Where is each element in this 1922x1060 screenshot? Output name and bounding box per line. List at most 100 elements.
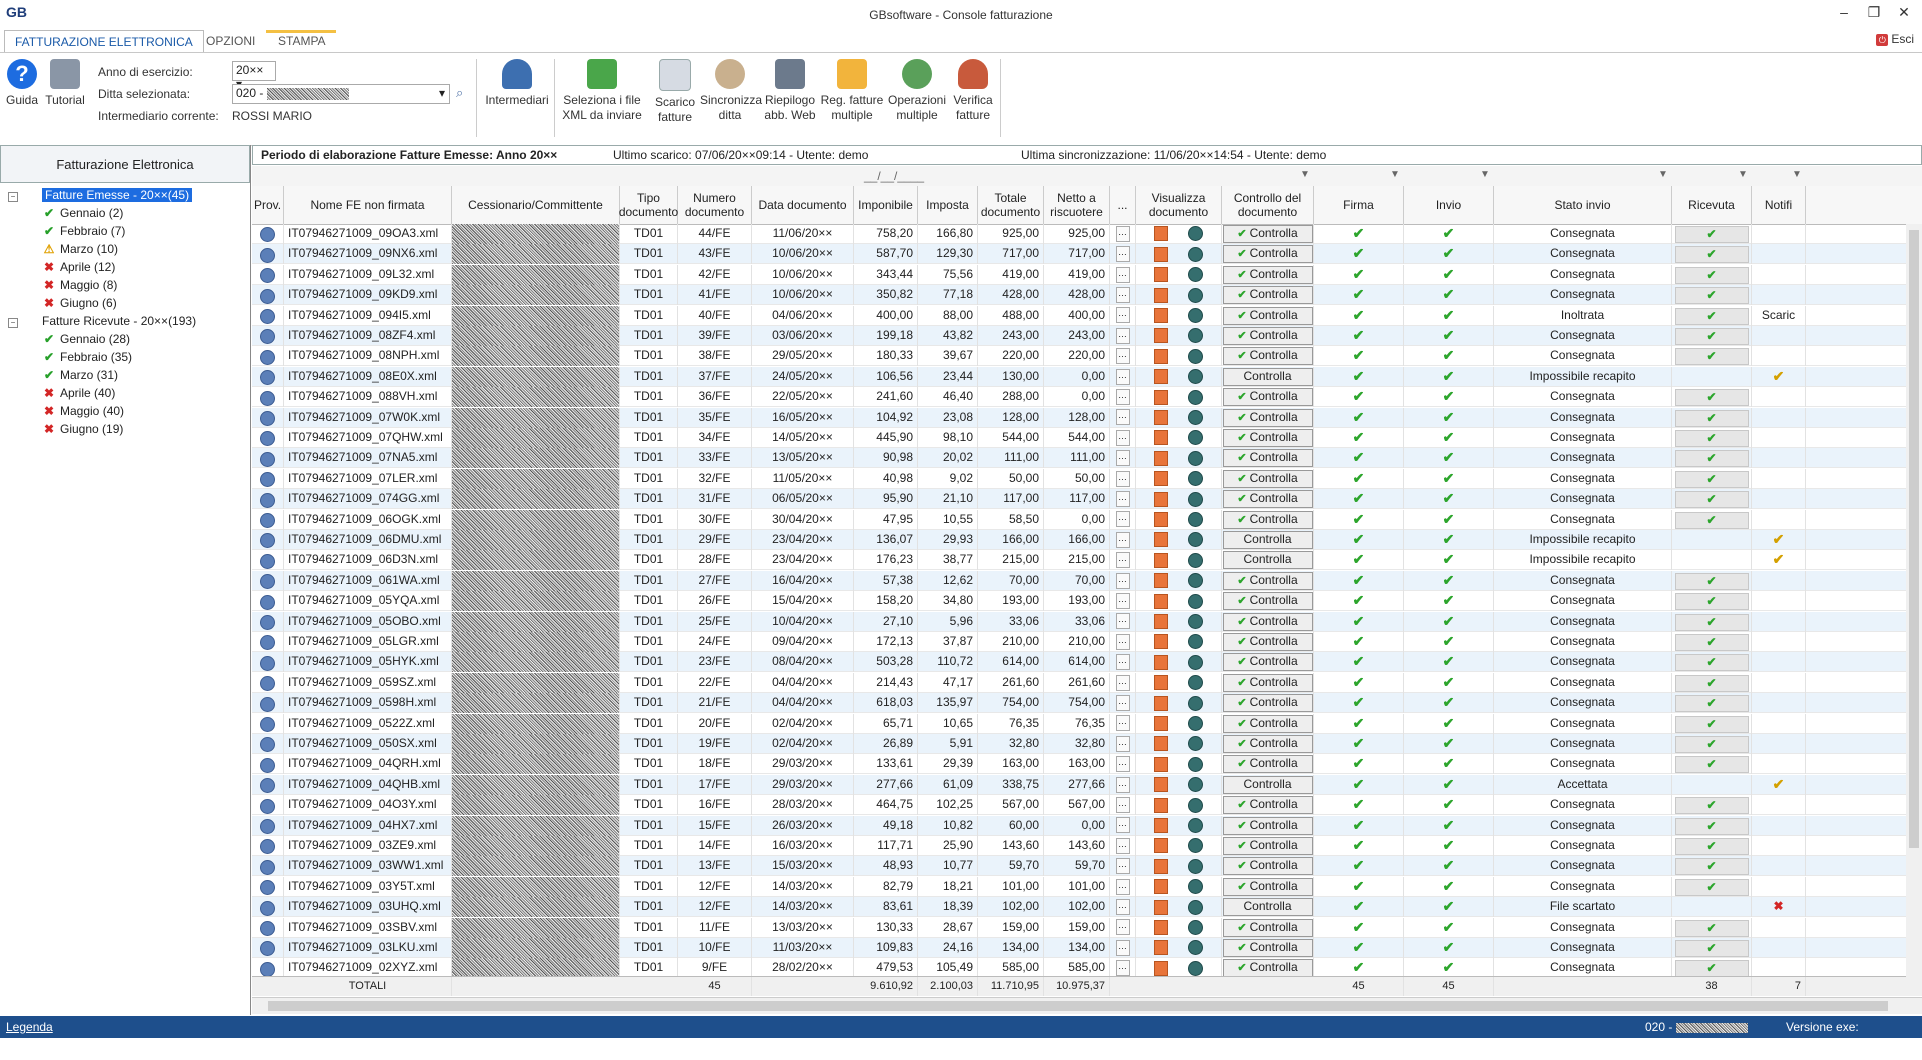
more-cell[interactable]: … <box>1110 305 1136 326</box>
controlla-button[interactable]: ✔Controlla <box>1222 714 1313 733</box>
ricevuta-button[interactable]: ✔ <box>1674 572 1749 590</box>
controlla-button[interactable]: ✔Controlla <box>1222 673 1313 692</box>
assoinvoice-icon[interactable] <box>1188 715 1203 731</box>
tree-node-month[interactable]: ✖ Giugno (19) <box>42 421 123 437</box>
view-document-icon[interactable] <box>1154 573 1168 589</box>
more-cell[interactable]: … <box>1110 754 1136 775</box>
view-document-icon[interactable] <box>1154 409 1168 425</box>
column-header[interactable]: Cessionario/Committente <box>452 186 620 224</box>
more-cell[interactable]: … <box>1110 448 1136 469</box>
more-button[interactable]: … <box>1115 715 1130 732</box>
sincronizza-ditta-button[interactable]: Sincronizza ditta <box>700 59 762 123</box>
more-cell[interactable]: … <box>1110 530 1136 550</box>
assoinvoice-icon[interactable] <box>1188 858 1203 874</box>
column-header[interactable]: Numero documento <box>678 186 752 224</box>
table-row[interactable]: IT07946271009_0598H.xml TD01 21/FE 04/04/20… <box>252 693 1922 714</box>
table-row[interactable]: IT07946271009_03LKU.xml TD01 10/FE 11/03/20… <box>252 938 1922 958</box>
more-button[interactable]: … <box>1115 470 1130 487</box>
table-row[interactable]: IT07946271009_07LER.xml TD01 32/FE 11/05/20… <box>252 468 1922 489</box>
ricevuta-button[interactable]: ✔ <box>1674 654 1749 672</box>
controlla-button[interactable]: ✔Controlla <box>1222 959 1313 978</box>
error-icon[interactable]: ✖ <box>1773 899 1783 913</box>
controlla-button[interactable]: ✔Controlla <box>1222 286 1313 305</box>
search-icon[interactable]: ⌕ <box>456 85 463 101</box>
ricevuta-button[interactable]: ✔ <box>1674 430 1749 447</box>
tree-node-month[interactable]: ✔ Gennaio (2) <box>42 205 123 221</box>
assoinvoice-icon[interactable] <box>1188 838 1203 854</box>
table-row[interactable]: IT07946271009_04QRH.xml TD01 18/FE 29/03/20… <box>252 754 1922 775</box>
tab-stampa[interactable]: STAMPA <box>268 30 336 52</box>
controlla-button[interactable]: ✔Controlla <box>1222 265 1313 284</box>
assoinvoice-icon[interactable] <box>1188 226 1203 242</box>
more-cell[interactable]: … <box>1110 897 1136 918</box>
more-button[interactable]: … <box>1115 654 1130 671</box>
view-document-icon[interactable] <box>1154 552 1168 568</box>
date-filter[interactable]: __/__/____ <box>864 169 924 183</box>
assoinvoice-icon[interactable] <box>1188 879 1203 895</box>
more-cell[interactable]: … <box>1110 672 1136 693</box>
ricevuta-button[interactable]: ✔ <box>1674 756 1749 774</box>
controlla-button[interactable]: ✔Controlla <box>1222 939 1313 957</box>
guida-button[interactable]: ? Guida <box>4 59 40 108</box>
more-cell[interactable]: … <box>1110 387 1136 408</box>
ricevuta-button[interactable]: ✔ <box>1674 797 1749 815</box>
table-row[interactable]: IT07946271009_088VH.xml TD01 36/FE 22/05/20… <box>252 387 1922 408</box>
controlla-button[interactable]: Controlla <box>1222 775 1313 794</box>
assoinvoice-icon[interactable] <box>1188 675 1203 691</box>
more-button[interactable]: … <box>1115 960 1130 977</box>
check-icon[interactable]: ✔ <box>1773 551 1785 567</box>
filter-dropdown-icon[interactable]: ▼ <box>1792 169 1802 180</box>
controlla-button[interactable]: ✔Controlla <box>1222 408 1313 427</box>
table-row[interactable]: IT07946271009_05OBO.xml TD01 25/FE 10/04/20… <box>252 611 1922 632</box>
more-button[interactable]: … <box>1115 613 1130 630</box>
ricevuta-button[interactable]: ✔ <box>1674 348 1749 366</box>
column-header[interactable]: Netto a riscuotere <box>1044 186 1110 224</box>
more-cell[interactable]: … <box>1110 693 1136 714</box>
more-cell[interactable]: … <box>1110 632 1136 652</box>
controlla-button[interactable]: ✔Controlla <box>1222 571 1313 590</box>
tree-node-month[interactable]: ✖ Aprile (12) <box>42 259 115 275</box>
view-document-icon[interactable] <box>1154 899 1168 915</box>
table-row[interactable]: IT07946271009_059SZ.xml TD01 22/FE 04/04/20… <box>252 672 1922 693</box>
more-button[interactable]: … <box>1115 633 1130 650</box>
ricevuta-button[interactable]: ✔ <box>1674 695 1749 713</box>
more-button[interactable]: … <box>1115 327 1130 344</box>
tree-node-month[interactable]: ✖ Maggio (8) <box>42 277 117 293</box>
view-document-icon[interactable] <box>1154 797 1168 813</box>
more-cell[interactable]: … <box>1110 774 1136 795</box>
view-document-icon[interactable] <box>1154 226 1168 242</box>
assoinvoice-icon[interactable] <box>1188 654 1203 670</box>
tree-node-month[interactable]: ✖ Maggio (40) <box>42 403 124 419</box>
assoinvoice-icon[interactable] <box>1188 450 1203 466</box>
table-row[interactable]: IT07946271009_08E0X.xml TD01 37/FE 24/05/20… <box>252 366 1922 387</box>
more-button[interactable]: … <box>1115 348 1130 365</box>
more-button[interactable]: … <box>1115 695 1130 712</box>
ricevuta-button[interactable]: ✔ <box>1674 491 1749 509</box>
view-document-icon[interactable] <box>1154 287 1168 303</box>
assoinvoice-icon[interactable] <box>1188 369 1203 385</box>
view-document-icon[interactable] <box>1154 858 1168 874</box>
view-document-icon[interactable] <box>1154 838 1168 854</box>
check-icon[interactable]: ✔ <box>1773 531 1785 547</box>
more-button[interactable]: … <box>1115 246 1130 263</box>
tree-node-month[interactable]: ✖ Aprile (40) <box>42 385 115 401</box>
tree-node-month[interactable]: ✔ Marzo (31) <box>42 367 118 383</box>
more-button[interactable]: … <box>1115 368 1130 385</box>
tutorial-button[interactable]: Tutorial <box>44 59 86 108</box>
view-document-icon[interactable] <box>1154 532 1168 548</box>
table-row[interactable]: IT07946271009_05LGR.xml TD01 24/FE 09/04/20… <box>252 632 1922 652</box>
filter-dropdown-icon[interactable]: ▼ <box>1738 169 1748 180</box>
more-button[interactable]: … <box>1115 919 1130 936</box>
more-cell[interactable]: … <box>1110 550 1136 571</box>
more-cell[interactable]: … <box>1110 244 1136 265</box>
more-cell[interactable]: … <box>1110 428 1136 448</box>
more-button[interactable]: … <box>1115 307 1130 324</box>
more-cell[interactable]: … <box>1110 346 1136 367</box>
assoinvoice-icon[interactable] <box>1188 267 1203 283</box>
ricevuta-button[interactable]: ✔ <box>1674 593 1749 611</box>
more-button[interactable]: … <box>1115 389 1130 406</box>
controlla-button[interactable]: ✔Controlla <box>1222 510 1313 529</box>
column-header[interactable]: Prov. <box>252 186 284 224</box>
ricevuta-button[interactable]: ✔ <box>1674 674 1749 692</box>
operazioni-multiple-button[interactable]: Operazioni multiple <box>886 59 948 123</box>
